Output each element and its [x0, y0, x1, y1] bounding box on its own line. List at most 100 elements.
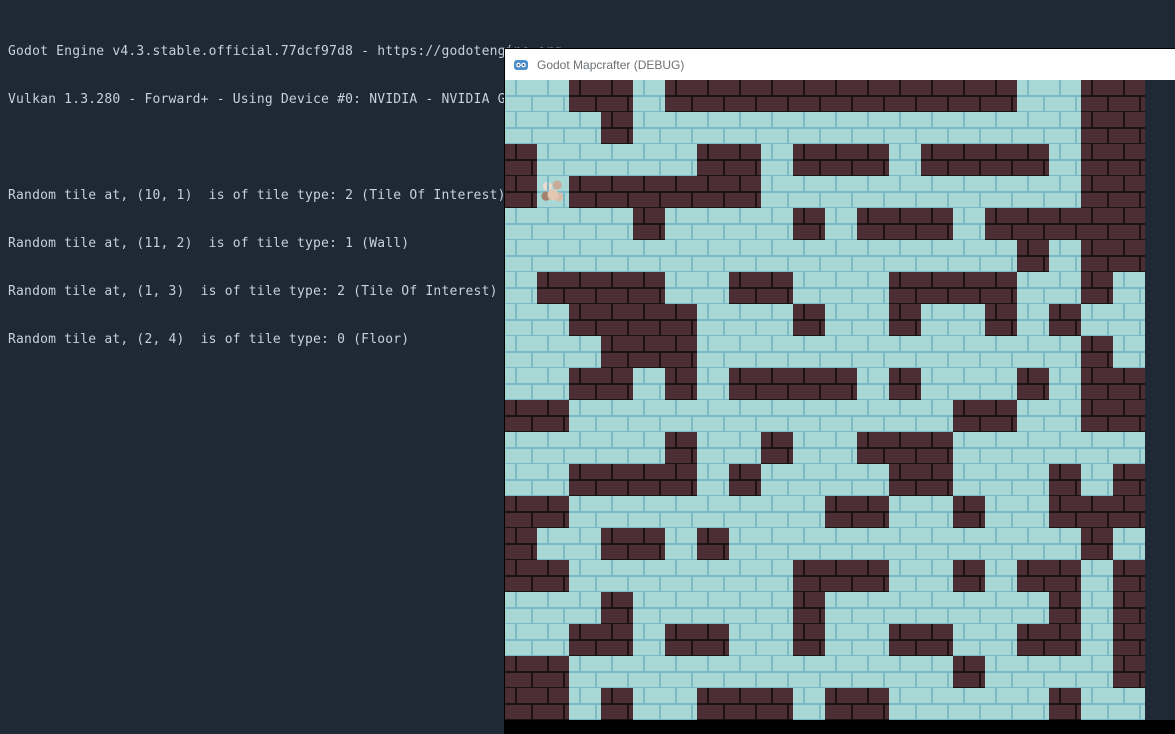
floor-tile[interactable]: [665, 400, 697, 432]
wall-tile[interactable]: [825, 560, 857, 592]
floor-tile[interactable]: [665, 656, 697, 688]
floor-tile[interactable]: [601, 144, 633, 176]
wall-tile[interactable]: [537, 656, 569, 688]
wall-tile[interactable]: [953, 496, 985, 528]
wall-tile[interactable]: [729, 688, 761, 720]
floor-tile[interactable]: [505, 368, 537, 400]
wall-tile[interactable]: [985, 80, 1017, 112]
floor-tile[interactable]: [857, 624, 889, 656]
floor-tile[interactable]: [1081, 560, 1113, 592]
floor-tile[interactable]: [601, 560, 633, 592]
wall-tile[interactable]: [665, 432, 697, 464]
floor-tile[interactable]: [569, 400, 601, 432]
wall-tile[interactable]: [1113, 112, 1145, 144]
wall-tile[interactable]: [1017, 144, 1049, 176]
wall-tile[interactable]: [569, 272, 601, 304]
wall-tile[interactable]: [729, 272, 761, 304]
game-window[interactable]: Godot Mapcrafter (DEBUG): [505, 49, 1175, 734]
wall-tile[interactable]: [697, 144, 729, 176]
wall-tile[interactable]: [793, 208, 825, 240]
wall-tile[interactable]: [665, 80, 697, 112]
floor-tile[interactable]: [569, 592, 601, 624]
floor-tile[interactable]: [953, 240, 985, 272]
floor-tile[interactable]: [537, 144, 569, 176]
floor-tile[interactable]: [761, 208, 793, 240]
tilemap-viewport[interactable]: [505, 80, 1145, 720]
floor-tile[interactable]: [1081, 464, 1113, 496]
floor-tile[interactable]: [697, 208, 729, 240]
wall-tile[interactable]: [505, 144, 537, 176]
floor-tile[interactable]: [1049, 368, 1081, 400]
floor-tile[interactable]: [729, 656, 761, 688]
floor-tile[interactable]: [1017, 496, 1049, 528]
floor-tile[interactable]: [665, 688, 697, 720]
floor-tile[interactable]: [729, 432, 761, 464]
floor-tile[interactable]: [569, 432, 601, 464]
wall-tile[interactable]: [505, 400, 537, 432]
wall-tile[interactable]: [985, 400, 1017, 432]
wall-tile[interactable]: [889, 368, 921, 400]
wall-tile[interactable]: [697, 176, 729, 208]
floor-tile[interactable]: [601, 400, 633, 432]
floor-tile[interactable]: [1017, 80, 1049, 112]
floor-tile[interactable]: [793, 240, 825, 272]
floor-tile[interactable]: [889, 560, 921, 592]
floor-tile[interactable]: [921, 400, 953, 432]
floor-tile[interactable]: [857, 336, 889, 368]
floor-tile[interactable]: [761, 112, 793, 144]
floor-tile[interactable]: [633, 592, 665, 624]
floor-tile[interactable]: [793, 688, 825, 720]
floor-tile[interactable]: [729, 336, 761, 368]
floor-tile[interactable]: [505, 304, 537, 336]
wall-tile[interactable]: [1081, 80, 1113, 112]
wall-tile[interactable]: [665, 336, 697, 368]
floor-tile[interactable]: [1017, 528, 1049, 560]
wall-tile[interactable]: [601, 624, 633, 656]
floor-tile[interactable]: [761, 176, 793, 208]
floor-tile[interactable]: [697, 496, 729, 528]
wall-tile[interactable]: [633, 336, 665, 368]
floor-tile[interactable]: [889, 400, 921, 432]
floor-tile[interactable]: [889, 240, 921, 272]
floor-tile[interactable]: [633, 368, 665, 400]
floor-tile[interactable]: [761, 464, 793, 496]
floor-tile[interactable]: [1049, 176, 1081, 208]
floor-tile[interactable]: [505, 208, 537, 240]
wall-tile[interactable]: [793, 624, 825, 656]
floor-tile[interactable]: [729, 112, 761, 144]
window-titlebar[interactable]: Godot Mapcrafter (DEBUG): [505, 49, 1175, 80]
floor-tile[interactable]: [1081, 592, 1113, 624]
floor-tile[interactable]: [569, 560, 601, 592]
floor-tile[interactable]: [729, 304, 761, 336]
floor-tile[interactable]: [761, 240, 793, 272]
floor-tile[interactable]: [633, 656, 665, 688]
wall-tile[interactable]: [921, 80, 953, 112]
wall-tile[interactable]: [537, 688, 569, 720]
wall-tile[interactable]: [1113, 464, 1145, 496]
floor-tile[interactable]: [697, 592, 729, 624]
floor-tile[interactable]: [633, 688, 665, 720]
floor-tile[interactable]: [505, 336, 537, 368]
floor-tile[interactable]: [921, 304, 953, 336]
wall-tile[interactable]: [1081, 496, 1113, 528]
floor-tile[interactable]: [857, 272, 889, 304]
floor-tile[interactable]: [953, 592, 985, 624]
wall-tile[interactable]: [857, 144, 889, 176]
wall-tile[interactable]: [953, 80, 985, 112]
wall-tile[interactable]: [825, 688, 857, 720]
floor-tile[interactable]: [665, 496, 697, 528]
wall-tile[interactable]: [1081, 208, 1113, 240]
wall-tile[interactable]: [793, 560, 825, 592]
floor-tile[interactable]: [697, 400, 729, 432]
floor-tile[interactable]: [569, 208, 601, 240]
floor-tile[interactable]: [857, 304, 889, 336]
floor-tile[interactable]: [1049, 432, 1081, 464]
floor-tile[interactable]: [921, 528, 953, 560]
wall-tile[interactable]: [857, 432, 889, 464]
floor-tile[interactable]: [729, 208, 761, 240]
floor-tile[interactable]: [505, 80, 537, 112]
wall-tile[interactable]: [665, 368, 697, 400]
wall-tile[interactable]: [601, 112, 633, 144]
floor-tile[interactable]: [537, 208, 569, 240]
floor-tile[interactable]: [921, 112, 953, 144]
